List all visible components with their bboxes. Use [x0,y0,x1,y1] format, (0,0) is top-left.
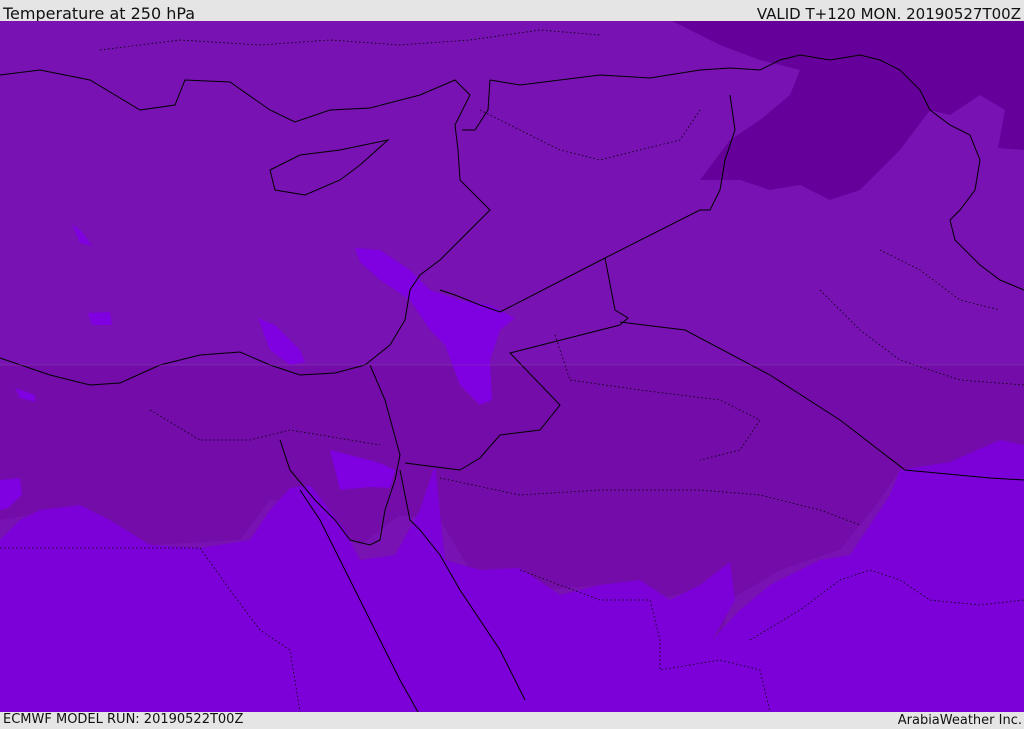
footer-bar: ECMWF MODEL RUN: 20190522T00Z ArabiaWeat… [0,712,1024,729]
temperature-map [0,21,1024,712]
model-run: ECMWF MODEL RUN: 20190522T00Z [3,712,244,727]
credit: ArabiaWeather Inc. [897,713,1022,728]
header-bar: Temperature at 250 hPa VALID T+120 MON. … [0,0,1024,23]
